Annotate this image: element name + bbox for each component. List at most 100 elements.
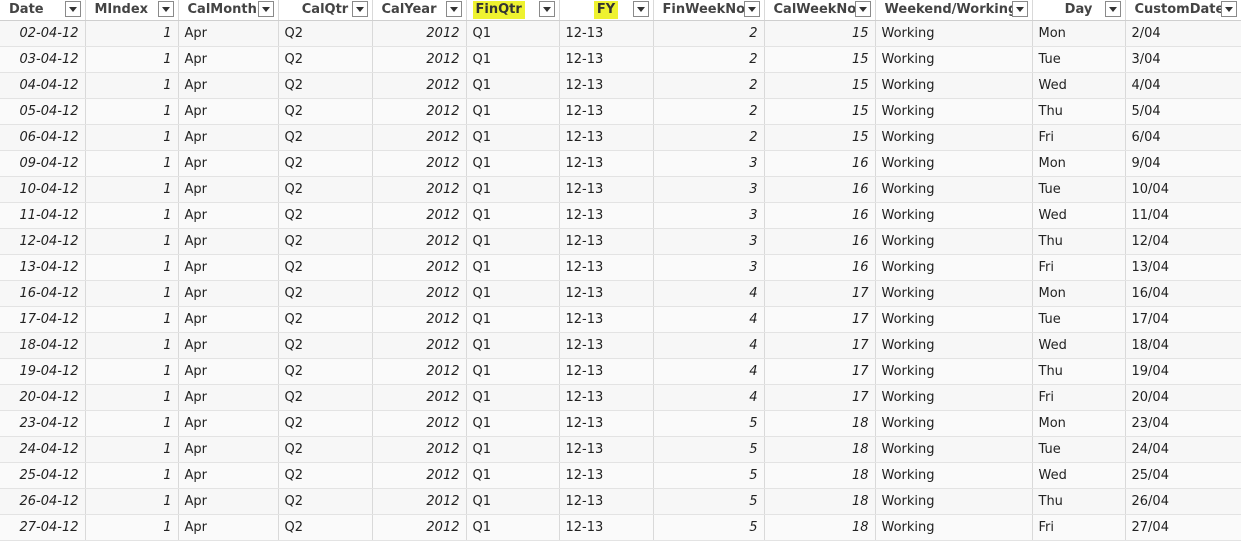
calmonth-cell[interactable]: Apr (178, 46, 279, 73)
mindex-cell[interactable]: 1 (85, 306, 179, 333)
finqtr-cell[interactable]: Q1 (466, 254, 560, 281)
fy-cell[interactable]: 12-13 (559, 228, 654, 255)
table-row[interactable]: 03-04-12 1 Apr Q2 2012 Q1 12-13 2 15 Working Tue 3/… (0, 46, 1241, 73)
fy-cell[interactable]: 12-13 (559, 306, 654, 333)
calweekno-cell[interactable]: 17 (764, 280, 876, 307)
weekend-working-cell[interactable]: Working (875, 514, 1033, 541)
filter-dropdown-button[interactable] (64, 1, 81, 17)
finqtr-cell[interactable]: Q1 (466, 228, 560, 255)
date-cell[interactable]: 04-04-12 (0, 72, 86, 99)
finweekno-cell[interactable]: 2 (653, 124, 765, 151)
table-row[interactable]: 13-04-12 1 Apr Q2 2012 Q1 12-13 3 16 Working Fri 13… (0, 254, 1241, 281)
calweekno-cell[interactable]: 17 (764, 358, 876, 385)
column-header-mindex[interactable]: MIndex (85, 0, 179, 21)
fy-cell[interactable]: 12-13 (559, 254, 654, 281)
column-header-customdate[interactable]: CustomDate (1125, 0, 1241, 21)
finqtr-cell[interactable]: Q1 (466, 124, 560, 151)
calmonth-cell[interactable]: Apr (178, 98, 279, 125)
date-cell[interactable]: 11-04-12 (0, 202, 86, 229)
day-cell[interactable]: Fri (1032, 254, 1126, 281)
calqtr-cell[interactable]: Q2 (278, 46, 373, 73)
mindex-cell[interactable]: 1 (85, 280, 179, 307)
customdate-cell[interactable]: 4/04 (1125, 72, 1241, 99)
calweekno-cell[interactable]: 18 (764, 436, 876, 463)
fy-cell[interactable]: 12-13 (559, 436, 654, 463)
calyear-cell[interactable]: 2012 (372, 332, 467, 359)
customdate-cell[interactable]: 10/04 (1125, 176, 1241, 203)
mindex-cell[interactable]: 1 (85, 514, 179, 541)
calmonth-cell[interactable]: Apr (178, 280, 279, 307)
column-header-finweekno[interactable]: FinWeekNo (653, 0, 765, 21)
day-cell[interactable]: Thu (1032, 488, 1126, 515)
date-cell[interactable]: 03-04-12 (0, 46, 86, 73)
mindex-cell[interactable]: 1 (85, 72, 179, 99)
date-cell[interactable]: 20-04-12 (0, 384, 86, 411)
day-cell[interactable]: Wed (1032, 72, 1126, 99)
column-header-calweekno[interactable]: CalWeekNo (764, 0, 876, 21)
date-cell[interactable]: 23-04-12 (0, 410, 86, 437)
calyear-cell[interactable]: 2012 (372, 436, 467, 463)
calqtr-cell[interactable]: Q2 (278, 98, 373, 125)
calqtr-cell[interactable]: Q2 (278, 124, 373, 151)
calweekno-cell[interactable]: 16 (764, 176, 876, 203)
finweekno-cell[interactable]: 2 (653, 46, 765, 73)
fy-cell[interactable]: 12-13 (559, 72, 654, 99)
filter-dropdown-button[interactable] (1011, 1, 1028, 17)
calmonth-cell[interactable]: Apr (178, 384, 279, 411)
fy-cell[interactable]: 12-13 (559, 176, 654, 203)
day-cell[interactable]: Mon (1032, 280, 1126, 307)
calweekno-cell[interactable]: 18 (764, 410, 876, 437)
calmonth-cell[interactable]: Apr (178, 72, 279, 99)
calmonth-cell[interactable]: Apr (178, 488, 279, 515)
day-cell[interactable]: Mon (1032, 20, 1126, 47)
calweekno-cell[interactable]: 17 (764, 384, 876, 411)
calweekno-cell[interactable]: 15 (764, 98, 876, 125)
calqtr-cell[interactable]: Q2 (278, 254, 373, 281)
finqtr-cell[interactable]: Q1 (466, 436, 560, 463)
weekend-working-cell[interactable]: Working (875, 150, 1033, 177)
date-cell[interactable]: 13-04-12 (0, 254, 86, 281)
table-row[interactable]: 12-04-12 1 Apr Q2 2012 Q1 12-13 3 16 Working Thu 12… (0, 228, 1241, 255)
calweekno-cell[interactable]: 16 (764, 254, 876, 281)
column-header-fy[interactable]: FY (559, 0, 654, 21)
day-cell[interactable]: Tue (1032, 436, 1126, 463)
weekend-working-cell[interactable]: Working (875, 358, 1033, 385)
day-cell[interactable]: Mon (1032, 150, 1126, 177)
finqtr-cell[interactable]: Q1 (466, 202, 560, 229)
date-cell[interactable]: 02-04-12 (0, 20, 86, 47)
table-row[interactable]: 24-04-12 1 Apr Q2 2012 Q1 12-13 5 18 Working Tue 24… (0, 436, 1241, 463)
finweekno-cell[interactable]: 4 (653, 306, 765, 333)
finqtr-cell[interactable]: Q1 (466, 20, 560, 47)
finqtr-cell[interactable]: Q1 (466, 514, 560, 541)
calmonth-cell[interactable]: Apr (178, 306, 279, 333)
calmonth-cell[interactable]: Apr (178, 124, 279, 151)
customdate-cell[interactable]: 12/04 (1125, 228, 1241, 255)
fy-cell[interactable]: 12-13 (559, 358, 654, 385)
table-row[interactable]: 18-04-12 1 Apr Q2 2012 Q1 12-13 4 17 Working Wed 18… (0, 332, 1241, 359)
mindex-cell[interactable]: 1 (85, 254, 179, 281)
weekend-working-cell[interactable]: Working (875, 462, 1033, 489)
finweekno-cell[interactable]: 4 (653, 332, 765, 359)
date-cell[interactable]: 18-04-12 (0, 332, 86, 359)
calmonth-cell[interactable]: Apr (178, 462, 279, 489)
date-cell[interactable]: 09-04-12 (0, 150, 86, 177)
customdate-cell[interactable]: 2/04 (1125, 20, 1241, 47)
customdate-cell[interactable]: 17/04 (1125, 306, 1241, 333)
day-cell[interactable]: Fri (1032, 124, 1126, 151)
column-header-calqtr[interactable]: CalQtr (278, 0, 373, 21)
finweekno-cell[interactable]: 3 (653, 202, 765, 229)
weekend-working-cell[interactable]: Working (875, 488, 1033, 515)
calmonth-cell[interactable]: Apr (178, 332, 279, 359)
customdate-cell[interactable]: 6/04 (1125, 124, 1241, 151)
weekend-working-cell[interactable]: Working (875, 384, 1033, 411)
filter-dropdown-button[interactable] (157, 1, 174, 17)
finqtr-cell[interactable]: Q1 (466, 72, 560, 99)
table-row[interactable]: 26-04-12 1 Apr Q2 2012 Q1 12-13 5 18 Working Thu 26… (0, 488, 1241, 515)
date-cell[interactable]: 16-04-12 (0, 280, 86, 307)
day-cell[interactable]: Wed (1032, 462, 1126, 489)
date-cell[interactable]: 24-04-12 (0, 436, 86, 463)
calyear-cell[interactable]: 2012 (372, 72, 467, 99)
fy-cell[interactable]: 12-13 (559, 202, 654, 229)
weekend-working-cell[interactable]: Working (875, 176, 1033, 203)
mindex-cell[interactable]: 1 (85, 176, 179, 203)
